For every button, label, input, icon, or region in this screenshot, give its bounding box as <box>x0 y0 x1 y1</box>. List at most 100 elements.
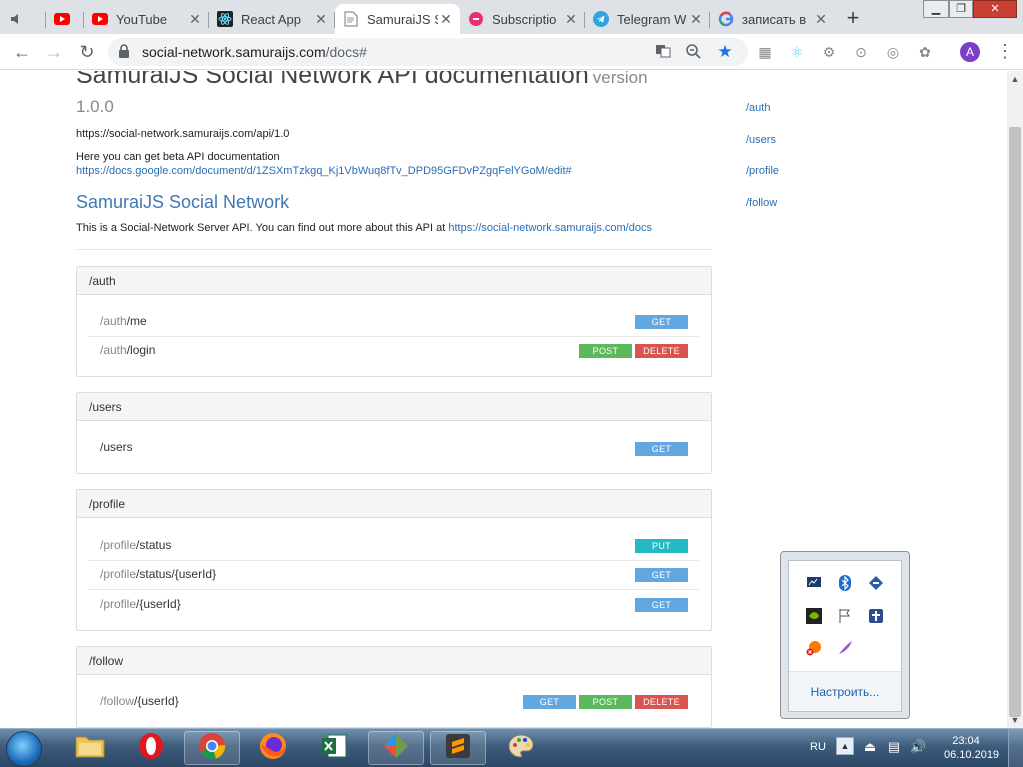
version-word: version <box>592 71 648 87</box>
tab-youtube[interactable]: YouTube ✕ <box>84 4 209 34</box>
sidenav-auth[interactable]: /auth <box>746 102 770 114</box>
scroll-thumb[interactable] <box>1009 127 1021 717</box>
sidenav-profile[interactable]: /profile <box>746 165 779 177</box>
volume-icon[interactable]: 🔊 <box>910 739 926 755</box>
show-hidden-icons-button[interactable]: ▲ <box>836 737 854 755</box>
tab-strip: YouTube ✕ React App ✕ SamuraiJS S ✕ Subs… <box>0 0 1023 34</box>
opera-taskbar-button[interactable] <box>123 731 179 765</box>
forward-button[interactable]: → <box>42 40 66 64</box>
page-scrollbar[interactable]: ▲ ▼ <box>1007 71 1023 728</box>
show-desktop-button[interactable] <box>1008 729 1023 767</box>
route-follow-userid[interactable]: /follow/{userId} <box>100 694 179 708</box>
divider <box>76 249 711 250</box>
method-delete-badge[interactable]: DELETE <box>635 344 688 358</box>
extension-icon[interactable]: ▦ <box>756 43 774 61</box>
route-users[interactable]: /users <box>100 440 133 454</box>
minimize-button[interactable]: ▁ <box>923 0 949 18</box>
action-center-flag-icon[interactable] <box>836 607 854 625</box>
beta-docs-link[interactable]: https://docs.google.com/document/d/1ZSXm… <box>76 165 572 177</box>
tab-youtube-pinned[interactable] <box>46 4 84 34</box>
paint-taskbar-button[interactable] <box>493 731 549 765</box>
network-app-icon[interactable] <box>867 574 885 592</box>
method-get-badge[interactable]: GET <box>635 442 688 456</box>
tab-samuraijs[interactable]: SamuraiJS S ✕ <box>335 4 460 34</box>
tab-title: записать в <box>742 11 807 27</box>
close-tab-icon[interactable]: ✕ <box>313 11 329 28</box>
bookmark-star-icon[interactable]: ★ <box>716 43 734 61</box>
paw-extension-icon[interactable]: ✿ <box>916 43 934 61</box>
tab-audio[interactable] <box>0 4 46 34</box>
method-get-badge[interactable]: GET <box>635 315 688 329</box>
scroll-down-arrow[interactable]: ▼ <box>1007 712 1023 728</box>
close-tab-icon[interactable]: ✕ <box>813 11 829 28</box>
method-delete-badge[interactable]: DELETE <box>635 695 688 709</box>
sidenav-users[interactable]: /users <box>746 134 776 146</box>
route-profile-status[interactable]: /profile/status <box>100 538 171 552</box>
sublime-taskbar-button[interactable] <box>430 731 486 765</box>
menu-icon[interactable]: ⋮ <box>996 41 1014 62</box>
network-icon[interactable]: ▤ <box>886 739 902 755</box>
customize-notifications-link[interactable]: Настроить... <box>789 685 901 699</box>
method-get-badge[interactable]: GET <box>635 598 688 612</box>
tab-title: YouTube <box>116 11 168 27</box>
extension-icon[interactable]: ◎ <box>884 43 902 61</box>
method-get-badge[interactable]: GET <box>523 695 576 709</box>
close-tab-icon[interactable]: ✕ <box>438 11 454 28</box>
system-clock[interactable]: 23:04 06.10.2019 <box>944 734 999 762</box>
start-button[interactable] <box>6 731 42 767</box>
close-window-button[interactable]: ✕ <box>973 0 1017 18</box>
new-tab-button[interactable]: + <box>840 6 866 32</box>
usb-device-icon[interactable]: ⏏ <box>862 739 878 755</box>
avast-icon[interactable] <box>805 639 823 657</box>
zoom-icon[interactable] <box>684 43 702 61</box>
route-profile-status-userid[interactable]: /profile/status/{userId} <box>100 567 216 581</box>
lock-icon[interactable] <box>118 44 130 58</box>
security-app-icon[interactable] <box>867 607 885 625</box>
section-heading: /auth <box>77 267 711 295</box>
method-put-badge[interactable]: PUT <box>635 539 688 553</box>
google-icon <box>718 11 734 27</box>
method-get-badge[interactable]: GET <box>635 568 688 582</box>
address-bar[interactable]: social-network.samuraijs.com/docs# ★ <box>108 38 748 66</box>
youtube-icon <box>54 11 70 27</box>
nvidia-icon[interactable] <box>805 607 823 625</box>
sidenav-follow[interactable]: /follow <box>746 197 777 209</box>
back-button[interactable]: ← <box>10 40 34 64</box>
reload-button[interactable]: ↻ <box>75 40 99 64</box>
excel-taskbar-button[interactable] <box>306 731 362 765</box>
react-icon <box>217 11 233 27</box>
git-taskbar-button[interactable] <box>368 731 424 765</box>
close-tab-icon[interactable]: ✕ <box>563 11 579 28</box>
extension-icon[interactable]: ⊙ <box>852 43 870 61</box>
method-post-badge[interactable]: POST <box>579 344 632 358</box>
maximize-button[interactable]: ❐ <box>949 0 973 18</box>
base-url: https://social-network.samuraijs.com/api… <box>76 128 290 140</box>
bluetooth-icon[interactable] <box>836 574 854 592</box>
tab-title: SamuraiJS S <box>367 11 438 27</box>
scroll-up-arrow[interactable]: ▲ <box>1007 71 1023 87</box>
feather-app-icon[interactable] <box>836 639 854 657</box>
tab-title: Subscriptio <box>492 11 557 27</box>
translate-icon[interactable] <box>654 43 672 61</box>
language-indicator[interactable]: RU <box>810 741 826 753</box>
react-devtools-icon[interactable]: ⚛ <box>788 43 806 61</box>
chrome-taskbar-button[interactable] <box>184 731 240 765</box>
explorer-taskbar-button[interactable] <box>62 731 118 765</box>
route-auth-me[interactable]: /auth/me <box>100 314 147 328</box>
firefox-taskbar-button[interactable] <box>245 731 301 765</box>
tab-telegram[interactable]: Telegram W ✕ <box>585 4 710 34</box>
document-icon <box>343 11 359 27</box>
docs-link[interactable]: https://social-network.samuraijs.com/doc… <box>448 222 652 234</box>
close-tab-icon[interactable]: ✕ <box>688 11 704 28</box>
profile-avatar[interactable]: A <box>960 42 980 62</box>
method-post-badge[interactable]: POST <box>579 695 632 709</box>
tab-react-app[interactable]: React App ✕ <box>209 4 335 34</box>
route-profile-userid[interactable]: /profile/{userId} <box>100 597 181 611</box>
route-auth-login[interactable]: /auth/login <box>100 343 155 357</box>
settings-extension-icon[interactable]: ⚙ <box>820 43 838 61</box>
tab-google-search[interactable]: записать в ✕ <box>710 4 835 34</box>
tab-subscriptions[interactable]: Subscriptio ✕ <box>460 4 585 34</box>
excel-icon <box>320 732 348 765</box>
close-tab-icon[interactable]: ✕ <box>187 11 203 28</box>
monitor-app-icon[interactable] <box>805 574 823 592</box>
